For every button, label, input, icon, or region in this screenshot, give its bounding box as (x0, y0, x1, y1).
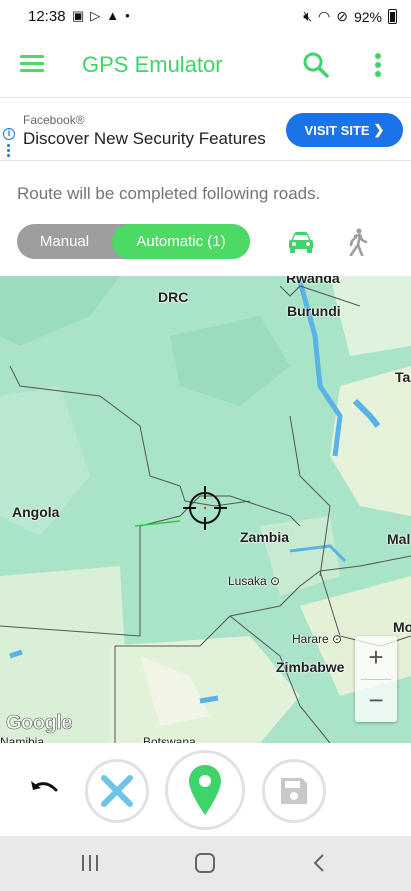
map-label-lusaka: Lusaka ⊙ (228, 574, 281, 588)
gallery-icon: ▣ (72, 8, 85, 23)
home-icon[interactable] (195, 853, 215, 873)
visit-site-label: VISIT SITE (304, 122, 370, 138)
route-mode-toggle[interactable]: Manual Automatic (1) (17, 224, 250, 259)
map-label-angola: Angola (12, 504, 60, 520)
back-icon[interactable] (312, 853, 326, 873)
bottom-action-bar (0, 743, 411, 836)
wifi-icon: ◠ (318, 8, 331, 24)
map-label-drc: DRC (158, 289, 189, 305)
ad-options-icon[interactable] (7, 144, 10, 157)
lusaka-text: Lusaka (228, 574, 267, 588)
map-label-namibia: Namibia (0, 735, 45, 743)
app-screen: 12:38 ▣ ▷ ▲ • 🔇︎ ◠ ⊘ 92% GPS Emulator i … (0, 0, 411, 891)
play-store-icon: ▷ (90, 8, 101, 23)
route-info-text: Route will be completed following roads. (17, 184, 321, 203)
app-bar: GPS Emulator (0, 33, 411, 97)
map-label-harare: Harare ⊙ (292, 632, 343, 646)
map-label-zimbabwe: Zimbabwe (276, 659, 345, 675)
save-route-button[interactable] (262, 759, 326, 823)
battery-icon (388, 9, 397, 24)
harare-text: Harare (292, 632, 329, 646)
notification-icons: ▣ ▷ ▲ • (72, 8, 130, 24)
ad-info-icon[interactable]: i (3, 128, 15, 140)
add-pin-icon (189, 765, 221, 815)
zoom-in-button[interactable]: + (355, 636, 397, 679)
warning-icon: ▲ (106, 8, 120, 23)
save-icon (281, 778, 307, 804)
system-icons: 🔇︎ ◠ ⊘ 92% (303, 8, 397, 25)
google-logo: Google (6, 712, 73, 735)
crosshair-icon (183, 486, 227, 530)
map-label-rwanda: Rwanda (286, 276, 340, 286)
ad-headline: Discover New Security Features (23, 129, 266, 148)
no-disturb-icon: ⊘ (336, 8, 348, 24)
dot-icon: • (125, 8, 130, 23)
map-label-zambia: Zambia (240, 529, 290, 545)
search-icon[interactable] (302, 51, 330, 79)
undo-icon[interactable] (29, 776, 61, 802)
recents-icon[interactable] (82, 855, 100, 871)
zoom-out-button[interactable]: − (355, 679, 397, 722)
route-panel: Route will be completed following roads.… (0, 161, 411, 276)
clear-route-button[interactable] (85, 759, 149, 823)
add-pin-button[interactable] (165, 750, 245, 830)
map-label-burundi: Burundi (287, 303, 341, 319)
system-nav-bar (0, 836, 411, 891)
status-bar: 12:38 ▣ ▷ ▲ • 🔇︎ ◠ ⊘ 92% (0, 0, 411, 33)
clear-route-icon (101, 775, 133, 807)
walk-icon[interactable] (345, 228, 369, 256)
car-icon[interactable] (287, 231, 315, 255)
map-label-mal: Mal (387, 531, 411, 547)
hamburger-menu-icon[interactable] (20, 55, 44, 73)
map-label-ta: Ta (395, 369, 411, 385)
status-time: 12:38 (28, 8, 66, 25)
ad-sponsor: Facebook® (23, 113, 85, 127)
mute-icon: 🔇︎ (303, 8, 313, 24)
map-label-mo: Mo (393, 619, 411, 635)
more-options-icon[interactable] (372, 51, 384, 79)
app-title: GPS Emulator (82, 52, 223, 77)
zoom-control: + − (355, 636, 397, 722)
map-label-botswana: Botswana (143, 735, 196, 743)
mode-manual-button[interactable]: Manual (17, 224, 112, 259)
mode-automatic-button[interactable]: Automatic (1) (112, 224, 250, 259)
chevron-right-icon: ❯ (373, 122, 385, 137)
visit-site-button[interactable]: VISIT SITE ❯ (286, 113, 403, 147)
battery-percent: 92% (353, 8, 382, 25)
ad-banner[interactable]: i Facebook® Discover New Security Featur… (0, 97, 411, 161)
